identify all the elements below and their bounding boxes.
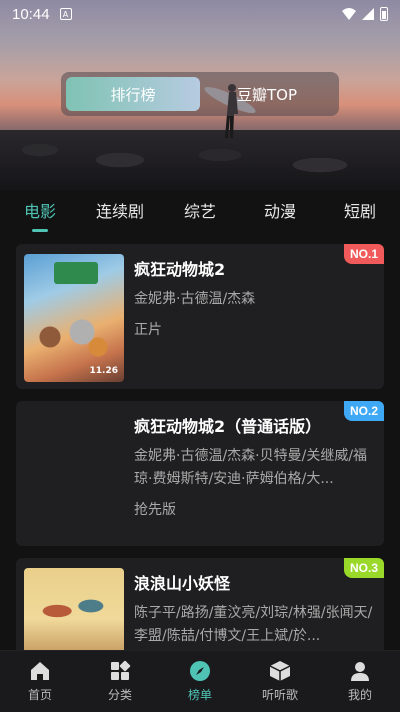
tab-series[interactable]: 连续剧 bbox=[80, 194, 160, 236]
rank-badge: NO.1 bbox=[343, 244, 384, 264]
signal-icon bbox=[362, 8, 374, 20]
nav-profile[interactable]: 我的 bbox=[320, 651, 400, 712]
status-icons bbox=[342, 7, 388, 21]
nav-home[interactable]: 首页 bbox=[0, 651, 80, 712]
item-info: 疯狂动物城2（普通话版） 金妮弗·古德温/杰森·贝特曼/关继威/福琼·费姆斯特/… bbox=[124, 411, 376, 536]
rank-badge: NO.3 bbox=[343, 558, 384, 578]
wifi-icon bbox=[342, 8, 356, 20]
item-title: 疯狂动物城2（普通话版） bbox=[134, 417, 322, 436]
category-tabs: 电影 连续剧 综艺 动漫 短剧 bbox=[0, 194, 400, 236]
nav-profile-label: 我的 bbox=[347, 688, 372, 702]
ranking-list: 11.26 疯狂动物城2 金妮弗·古德温/杰森 正片 NO.1 疯狂动物城2（普… bbox=[16, 244, 384, 712]
nav-home-label: 首页 bbox=[27, 688, 52, 702]
poster-image bbox=[24, 411, 124, 539]
nav-category[interactable]: 分类 bbox=[80, 651, 160, 712]
list-item[interactable]: 11.26 疯狂动物城2 金妮弗·古德温/杰森 正片 NO.1 bbox=[16, 244, 384, 389]
notification-a-icon: A bbox=[59, 8, 72, 20]
box-icon bbox=[269, 661, 291, 681]
compass-icon bbox=[190, 661, 210, 681]
nav-category-label: 分类 bbox=[107, 688, 132, 702]
poster-image: 11.26 bbox=[24, 254, 124, 382]
list-item[interactable]: 疯狂动物城2（普通话版） 金妮弗·古德温/杰森·贝特曼/关继威/福琼·费姆斯特/… bbox=[16, 401, 384, 546]
toggle-ranking[interactable]: 排行榜 bbox=[66, 77, 200, 111]
item-title: 浪浪山小妖怪 bbox=[134, 574, 231, 593]
home-icon bbox=[31, 662, 49, 680]
tab-anime[interactable]: 动漫 bbox=[240, 194, 320, 236]
item-cast: 陈子平/路扬/董汶亮/刘琮/林强/张闻天/李盟/陈喆/付博文/王上斌/於... bbox=[134, 605, 373, 644]
battery-icon bbox=[380, 7, 388, 21]
item-title: 疯狂动物城2 bbox=[134, 260, 226, 279]
item-tag: 抢先版 bbox=[134, 502, 176, 518]
nav-music[interactable]: 听听歌 bbox=[240, 651, 320, 712]
status-time: 10:44 bbox=[12, 5, 50, 23]
tab-variety[interactable]: 综艺 bbox=[160, 194, 240, 236]
item-cast: 金妮弗·古德温/杰森 bbox=[134, 291, 256, 307]
tab-short-drama[interactable]: 短剧 bbox=[320, 194, 400, 236]
nav-ranking[interactable]: 榜单 bbox=[160, 651, 240, 712]
item-info: 疯狂动物城2 金妮弗·古德温/杰森 正片 bbox=[124, 254, 376, 379]
user-icon bbox=[351, 662, 369, 681]
toggle-douban-top[interactable]: 豆瓣TOP bbox=[200, 77, 334, 111]
ranking-source-toggle: 排行榜 豆瓣TOP bbox=[61, 72, 339, 116]
poster-date: 11.26 bbox=[89, 366, 118, 376]
item-cast: 金妮弗·古德温/杰森·贝特曼/关继威/福琼·费姆斯特/安迪·萨姆伯格/大... bbox=[134, 448, 368, 487]
nav-music-label: 听听歌 bbox=[261, 688, 298, 702]
rank-badge: NO.2 bbox=[343, 401, 384, 421]
bottom-nav: 首页 分类 榜单 听听歌 我的 bbox=[0, 650, 400, 712]
header-banner: 10:44 A 排行榜 豆瓣TOP bbox=[0, 0, 400, 190]
grid-icon bbox=[111, 660, 131, 680]
nav-ranking-label: 榜单 bbox=[187, 688, 212, 702]
tab-movie[interactable]: 电影 bbox=[0, 194, 80, 236]
item-tag: 正片 bbox=[134, 322, 162, 338]
status-bar: 10:44 A bbox=[0, 0, 400, 28]
